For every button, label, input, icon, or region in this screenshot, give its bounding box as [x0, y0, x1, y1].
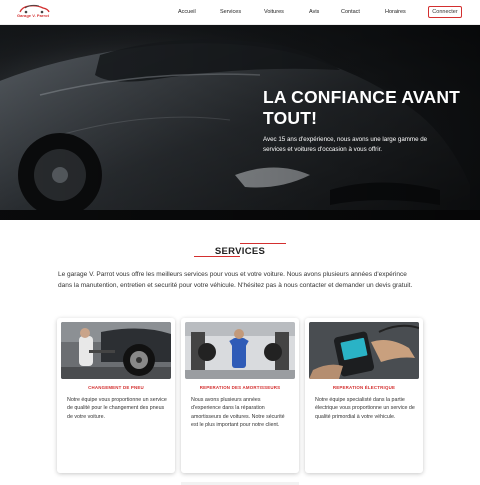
service-card-electric[interactable]: REPERATION ÉLECTRIQUE Notre équipe speci…	[305, 318, 423, 473]
card-title-shocks: REPERATION DES AMORTISSEURS	[199, 385, 281, 390]
mechanic-photo	[185, 322, 295, 379]
navbar: Garage V. Parrot Accueil Services Voitur…	[0, 0, 480, 25]
card-title-tire: CHANGEMENT DE PNEU	[88, 385, 144, 390]
card-title-electric: REPERATION ÉLECTRIQUE	[332, 385, 396, 390]
title-divider-top	[240, 243, 286, 244]
logo[interactable]: Garage V. Parrot	[17, 4, 51, 20]
card-text-electric: Notre équipe specialisté dans la partie …	[315, 397, 415, 420]
diagnostic-tablet-photo	[309, 322, 419, 379]
nav-avis[interactable]: Avis	[309, 9, 319, 15]
service-card-tire[interactable]: CHANGEMENT DE PNEU Notre équipe vous pro…	[57, 318, 175, 473]
hero-title: LA CONFIANCE AVANT TOUT!	[263, 87, 461, 128]
tire-change-photo	[61, 322, 171, 379]
nav-contact[interactable]: Contact	[341, 9, 360, 15]
nav-services[interactable]: Services	[220, 9, 241, 15]
services-title: SERVICES	[214, 246, 266, 257]
hero-subtitle: Avec 15 ans d'expérience, nous avons une…	[263, 136, 428, 153]
card-text-tire: Notre équipe vous proportionne un servic…	[67, 397, 167, 420]
logo-text: Garage V. Parrot	[17, 13, 50, 18]
service-card-shocks[interactable]: REPERATION DES AMORTISSEURS Nous avons p…	[181, 318, 299, 473]
connect-button[interactable]: Connecter	[428, 6, 462, 18]
nav-voitures[interactable]: Voitures	[264, 9, 284, 15]
nav-accueil[interactable]: Accueil	[178, 9, 196, 15]
nav-horaires[interactable]: Horaires	[385, 9, 406, 15]
card-text-shocks: Nous avons plusieurs années d'experience…	[191, 397, 285, 429]
services-intro: Le garage V. Parrot vous offre les meill…	[58, 271, 413, 289]
title-divider-bottom	[194, 256, 240, 257]
hero-banner: LA CONFIANCE AVANT TOUT! Avec 15 ans d'e…	[0, 25, 480, 220]
